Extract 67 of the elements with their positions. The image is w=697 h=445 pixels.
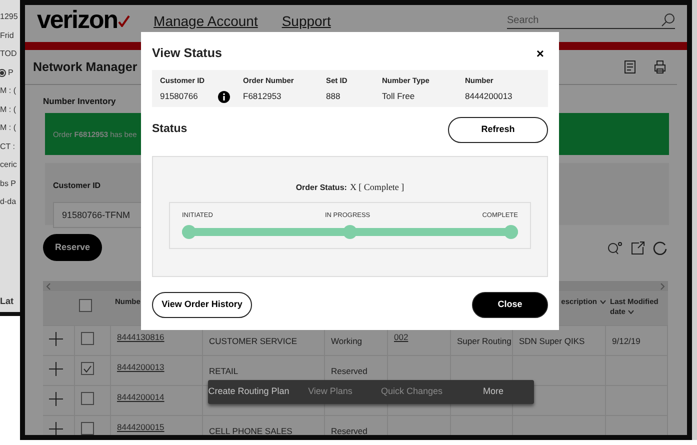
section-label: Number Inventory <box>43 96 116 106</box>
table-cell: Working <box>331 336 362 346</box>
expand-icon[interactable] <box>49 392 63 406</box>
number-link[interactable]: 8444200013 <box>117 362 164 372</box>
printer-icon[interactable] <box>653 60 667 74</box>
search-field[interactable]: Search <box>507 12 675 28</box>
close-dialog-button[interactable]: Close <box>472 292 548 318</box>
zoom-icon[interactable] <box>607 240 623 255</box>
table-cell: 9/12/19 <box>612 336 640 346</box>
table-cell: CELL PHONE SALES <box>209 426 292 435</box>
expand-icon[interactable] <box>49 422 63 435</box>
window-text: ceric <box>0 159 17 172</box>
section-heading: Status <box>152 123 188 137</box>
nav-link[interactable]: Support <box>282 14 331 28</box>
table-cell: Super Routing <box>457 336 512 346</box>
page-title: Network Manager <box>33 60 138 74</box>
checkbox[interactable] <box>81 362 94 376</box>
radio-button[interactable] <box>0 68 6 77</box>
checkbox[interactable] <box>81 422 94 435</box>
logo[interactable]: verizon <box>37 8 130 33</box>
column-header: Lat <box>0 294 14 308</box>
menu-item[interactable]: More <box>452 385 534 399</box>
window-text: M : ( <box>0 122 16 134</box>
number-link[interactable]: 8444130816 <box>117 332 164 342</box>
order-status-text: Order Status: X [ Complete ] <box>296 183 404 192</box>
table-cell: RETAIL <box>209 366 238 376</box>
close-button[interactable]: × <box>532 47 548 60</box>
checkbox[interactable] <box>81 332 94 346</box>
info-value: F6812953 <box>243 90 282 103</box>
number-link[interactable]: 8444200015 <box>117 422 164 432</box>
table-cell: SDN Super QIKS <box>519 336 585 346</box>
window-text: Frid <box>0 30 14 42</box>
checkmark-icon <box>118 15 130 28</box>
window-text: M : ( <box>0 85 16 98</box>
number-link[interactable]: 8444200014 <box>117 392 164 402</box>
dialog-title: View Status <box>152 46 222 61</box>
expand-icon[interactable] <box>49 332 63 346</box>
refresh-icon[interactable] <box>653 240 667 255</box>
window-text: d-da <box>0 196 16 208</box>
menu-item[interactable]: Create Routing Plan <box>208 385 290 399</box>
info-value: Toll Free <box>382 90 415 103</box>
window-text: bs P <box>0 178 16 190</box>
table-cell: Reserved <box>331 426 368 435</box>
expand-icon[interactable] <box>49 362 63 376</box>
export-icon[interactable] <box>631 240 645 255</box>
info-value: 91580766 <box>160 90 198 103</box>
search-icon <box>661 13 675 27</box>
info-value: 8444200013 <box>465 90 512 103</box>
table-link[interactable]: 002 <box>394 332 408 342</box>
checkbox[interactable] <box>79 299 92 312</box>
table-cell: CUSTOMER SERVICE <box>209 336 298 346</box>
checkbox[interactable] <box>81 392 94 406</box>
table-cell: Reserved <box>331 366 368 376</box>
window-text: CT : <box>0 140 15 153</box>
check-icon <box>83 364 92 373</box>
window-text: M : ( <box>0 104 16 116</box>
window-text: P <box>8 66 14 79</box>
info-icon[interactable] <box>218 90 230 103</box>
nav-link[interactable]: Manage Account <box>154 14 258 28</box>
view-history-button[interactable]: View Order History <box>152 292 252 318</box>
field-label: Customer ID <box>53 181 101 191</box>
window-text: 1295 <box>0 11 18 24</box>
refresh-button[interactable]: Refresh <box>448 117 548 143</box>
document-icon[interactable] <box>623 60 637 74</box>
reserve-button[interactable]: Reserve <box>43 234 102 262</box>
window-text: TOD <box>0 48 17 60</box>
info-value: 888 <box>326 90 340 103</box>
